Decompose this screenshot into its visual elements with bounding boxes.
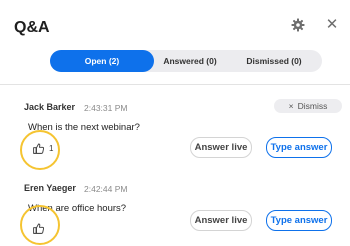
highlight-ring — [20, 130, 60, 170]
question-time: 2:43:31 PM — [84, 103, 128, 113]
type-answer-button[interactable]: Type answer — [266, 137, 332, 158]
highlight-ring — [20, 205, 60, 245]
type-answer-button[interactable]: Type answer — [266, 210, 332, 231]
panel-title: Q&A — [14, 19, 50, 36]
divider — [0, 84, 350, 85]
close-icon[interactable]: ✕ — [324, 17, 340, 33]
question-author: Eren Yaeger — [24, 183, 76, 193]
answer-live-button[interactable]: Answer live — [190, 210, 252, 231]
answer-live-button[interactable]: Answer live — [190, 137, 252, 158]
tab-answered[interactable]: Answered (0) — [154, 50, 226, 72]
close-icon: × — [288, 101, 294, 111]
dismiss-button[interactable]: × Dismiss — [274, 99, 342, 113]
dismiss-label: Dismiss — [297, 101, 328, 111]
tab-open[interactable]: Open (2) — [50, 50, 154, 72]
question-time: 2:42:44 PM — [84, 184, 128, 194]
gear-icon[interactable] — [290, 17, 306, 33]
question-author: Jack Barker — [24, 102, 76, 112]
tab-dismissed[interactable]: Dismissed (0) — [226, 50, 322, 72]
tab-bar: Open (2) Answered (0) Dismissed (0) — [50, 50, 322, 72]
